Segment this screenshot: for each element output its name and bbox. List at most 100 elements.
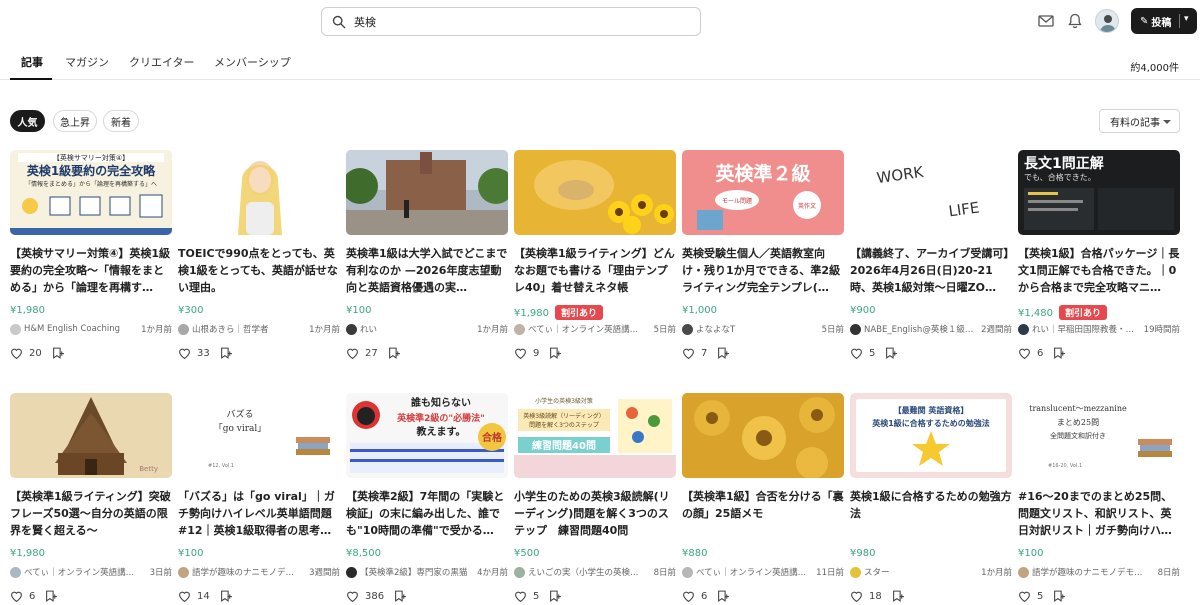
filter-popular[interactable]: 人気 bbox=[10, 110, 45, 132]
author-name[interactable]: べてぃ｜オンライン英語講… bbox=[528, 323, 651, 335]
filter-new[interactable]: 新着 bbox=[103, 110, 139, 132]
article-card[interactable]: translucent〜mezzanine まとめ25問 全問題文和訳付き #16-2… bbox=[1018, 393, 1180, 605]
tab-magazines[interactable]: マガジン bbox=[65, 54, 109, 70]
article-author[interactable]: よなよなT 5日前 bbox=[682, 322, 844, 336]
price-filter-select[interactable]: 有料の記事 bbox=[1099, 109, 1180, 133]
article-card[interactable]: バズる 「go viral」 #12, Vol.1 「バズる」は「go viral」｜… bbox=[178, 393, 340, 605]
author-avatar[interactable] bbox=[514, 566, 525, 578]
tab-creators[interactable]: クリエイター bbox=[129, 54, 195, 70]
author-name[interactable]: れい bbox=[360, 323, 474, 335]
article-author[interactable]: べてぃ｜オンライン英語講… 3日前 bbox=[10, 565, 172, 579]
article-author[interactable]: えいごの実（小学生の英検… 8日前 bbox=[514, 565, 676, 579]
article-title[interactable]: 【英検準1級ライティング】どんなお題でも書ける「理由テンプレ40」着せ替えネタ帳 bbox=[514, 245, 676, 296]
article-thumbnail[interactable]: 小学生の英検3級対策 英検3級読解（リーディング） 問題を解く3つのステップ 練習問題… bbox=[514, 393, 676, 478]
article-card[interactable]: 【英検準1級】合否を分ける「裏の顔」25語メモ ¥880 べてぃ｜オンライン英語講…… bbox=[682, 393, 844, 605]
user-avatar[interactable] bbox=[1095, 9, 1119, 33]
search-input[interactable] bbox=[354, 15, 674, 28]
article-title[interactable]: 【英検準2級】7年間の「実験と検証」の末に編み出した、誰でも"10時間の準備"で… bbox=[346, 488, 508, 539]
article-thumbnail[interactable]: translucent〜mezzanine まとめ25問 全問題文和訳付き #16-2… bbox=[1018, 393, 1180, 478]
post-button[interactable]: ✎ 投稿 ▾ bbox=[1131, 8, 1197, 34]
author-name[interactable]: H&M English Coaching bbox=[24, 324, 138, 334]
article-card[interactable]: 【英検準1級ライティング】どんなお題でも書ける「理由テンプレ40」着せ替えネタ帳… bbox=[514, 150, 676, 365]
article-title[interactable]: 【英検1級】合格パッケージ｜長文1問正解でも合格できた。｜0から合格まで完全攻略… bbox=[1018, 245, 1180, 296]
author-avatar[interactable] bbox=[682, 566, 693, 578]
author-name[interactable]: えいごの実（小学生の英検… bbox=[528, 566, 651, 578]
add-to-magazine-icon[interactable] bbox=[388, 347, 401, 359]
add-to-magazine-icon[interactable] bbox=[549, 347, 562, 359]
heart-icon[interactable] bbox=[850, 590, 863, 602]
tab-memberships[interactable]: メンバーシップ bbox=[214, 54, 291, 70]
heart-icon[interactable] bbox=[514, 590, 527, 602]
article-card[interactable]: WORK LIFE 【講義終了、アーカイブ受講可】2026年4月26日(日)20-2… bbox=[850, 150, 1012, 365]
article-thumbnail[interactable]: 【英検サマリー対策④】 英検1級要約の完全攻略 「情報をまとめる」から「論理を再構築… bbox=[10, 150, 172, 235]
article-thumbnail[interactable]: 長文1問正解 でも、合格できた。 bbox=[1018, 150, 1180, 235]
article-author[interactable]: べてぃ｜オンライン英語講… 5日前 bbox=[514, 322, 676, 336]
heart-icon[interactable] bbox=[514, 347, 527, 359]
article-card[interactable]: 英検準２級 モール問題 英作文英検受験生個人／英語教室向け・残り1か月でできる、準2… bbox=[682, 150, 844, 365]
article-author[interactable]: H&M English Coaching 1か月前 bbox=[10, 322, 172, 336]
author-avatar[interactable] bbox=[1018, 566, 1029, 578]
author-name[interactable]: 山根あきら｜哲学者 bbox=[192, 323, 306, 335]
add-to-magazine-icon[interactable] bbox=[220, 347, 233, 359]
article-author[interactable]: 語学が趣味のナニモノデ… 3週間前 bbox=[178, 565, 340, 579]
author-name[interactable]: べてぃ｜オンライン英語講… bbox=[24, 566, 147, 578]
article-thumbnail[interactable]: WORK LIFE bbox=[850, 150, 1012, 235]
author-avatar[interactable] bbox=[346, 323, 357, 335]
article-title[interactable]: #16〜20までのまとめ25問、問題文リスト、和訳リスト、英日対訳リスト｜ガチ勢… bbox=[1018, 488, 1180, 539]
article-thumbnail[interactable]: 誰も知らない 英検準2級の"必勝法" 教えます。 合格 bbox=[346, 393, 508, 478]
article-thumbnail[interactable] bbox=[682, 393, 844, 478]
author-avatar[interactable] bbox=[850, 323, 861, 335]
add-to-magazine-icon[interactable] bbox=[717, 590, 730, 602]
heart-icon[interactable] bbox=[1018, 347, 1031, 359]
article-thumbnail[interactable] bbox=[346, 150, 508, 235]
article-title[interactable]: 英検受験生個人／英語教室向け・残り1か月でできる、準2級ライティング完全テンプレ… bbox=[682, 245, 844, 296]
article-author[interactable]: れい｜早稲田国際教養・… 19時間前 bbox=[1018, 322, 1180, 336]
add-to-magazine-icon[interactable] bbox=[1053, 590, 1066, 602]
article-card[interactable]: 【英検サマリー対策④】 英検1級要約の完全攻略 「情報をまとめる」から「論理を再構築… bbox=[10, 150, 172, 365]
mail-icon[interactable] bbox=[1037, 12, 1055, 30]
author-name[interactable]: 語学が趣味のナニモノデ… bbox=[192, 566, 306, 578]
article-author[interactable]: 【英検準2級】専門家の黒猫 4か月前 bbox=[346, 565, 508, 579]
article-author[interactable]: れい 1か月前 bbox=[346, 322, 508, 336]
heart-icon[interactable] bbox=[682, 590, 695, 602]
heart-icon[interactable] bbox=[346, 347, 359, 359]
add-to-magazine-icon[interactable] bbox=[45, 590, 58, 602]
chevron-down-icon[interactable]: ▾ bbox=[1184, 14, 1189, 24]
search-box[interactable] bbox=[321, 7, 701, 36]
article-title[interactable]: 小学生のための英検3級読解(リーディング)問題を解く3つのステップ 練習問題40… bbox=[514, 488, 676, 539]
article-author[interactable]: NABE_English@英検１級… 2週間前 bbox=[850, 322, 1012, 336]
article-title[interactable]: 英検1級に合格するための勉強方法 bbox=[850, 488, 1012, 539]
article-author[interactable]: 語学が趣味のナニモノデモ… 8日前 bbox=[1018, 565, 1180, 579]
heart-icon[interactable] bbox=[682, 347, 695, 359]
add-to-magazine-icon[interactable] bbox=[220, 590, 233, 602]
tab-articles[interactable]: 記事 bbox=[21, 54, 43, 70]
heart-icon[interactable] bbox=[346, 590, 359, 602]
article-card[interactable]: TOEICで990点をとっても、英検1級をとっても、英語が話せない理由。 ¥300… bbox=[178, 150, 340, 365]
author-avatar[interactable] bbox=[850, 566, 861, 578]
heart-icon[interactable] bbox=[850, 347, 863, 359]
article-title[interactable]: 【講義終了、アーカイブ受講可】2026年4月26日(日)20-21時、英検1級対… bbox=[850, 245, 1012, 296]
author-avatar[interactable] bbox=[1018, 323, 1029, 335]
author-avatar[interactable] bbox=[178, 323, 189, 335]
article-title[interactable]: 【英検準1級ライティング】突破フレーズ50選〜自分の英語の限界を賢く超える〜 bbox=[10, 488, 172, 539]
add-to-magazine-icon[interactable] bbox=[1053, 347, 1066, 359]
author-name[interactable]: スター bbox=[864, 566, 978, 578]
author-avatar[interactable] bbox=[682, 323, 693, 335]
article-card[interactable]: 長文1問正解 でも、合格できた。【英検1級】合格パッケージ｜長文1問正解でも合格で… bbox=[1018, 150, 1180, 365]
article-author[interactable]: 山根あきら｜哲学者 1か月前 bbox=[178, 322, 340, 336]
heart-icon[interactable] bbox=[178, 590, 191, 602]
article-thumbnail[interactable]: 英検準２級 モール問題 英作文 bbox=[682, 150, 844, 235]
heart-icon[interactable] bbox=[1018, 590, 1031, 602]
add-to-magazine-icon[interactable] bbox=[394, 590, 407, 602]
add-to-magazine-icon[interactable] bbox=[717, 347, 730, 359]
bell-icon[interactable] bbox=[1066, 12, 1084, 30]
article-card[interactable]: 誰も知らない 英検準2級の"必勝法" 教えます。 合格【英検準2級】7年間の「実験と検… bbox=[346, 393, 508, 605]
article-thumbnail[interactable] bbox=[178, 150, 340, 235]
author-avatar[interactable] bbox=[10, 323, 21, 335]
article-thumbnail[interactable]: 【最難関 英語資格】 英検1級に合格するための勉強法 bbox=[850, 393, 1012, 478]
author-avatar[interactable] bbox=[514, 323, 525, 335]
author-name[interactable]: 【英検準2級】専門家の黒猫 bbox=[360, 566, 474, 578]
article-title[interactable]: 【英検サマリー対策④】英検1級要約の完全攻略〜「情報をまとめる」から「論理を再構… bbox=[10, 245, 172, 296]
article-title[interactable]: 「バズる」は「go viral」｜ガチ勢向けハイレベル英単語問題 #12｜英検1… bbox=[178, 488, 340, 539]
author-name[interactable]: NABE_English@英検１級… bbox=[864, 323, 978, 335]
